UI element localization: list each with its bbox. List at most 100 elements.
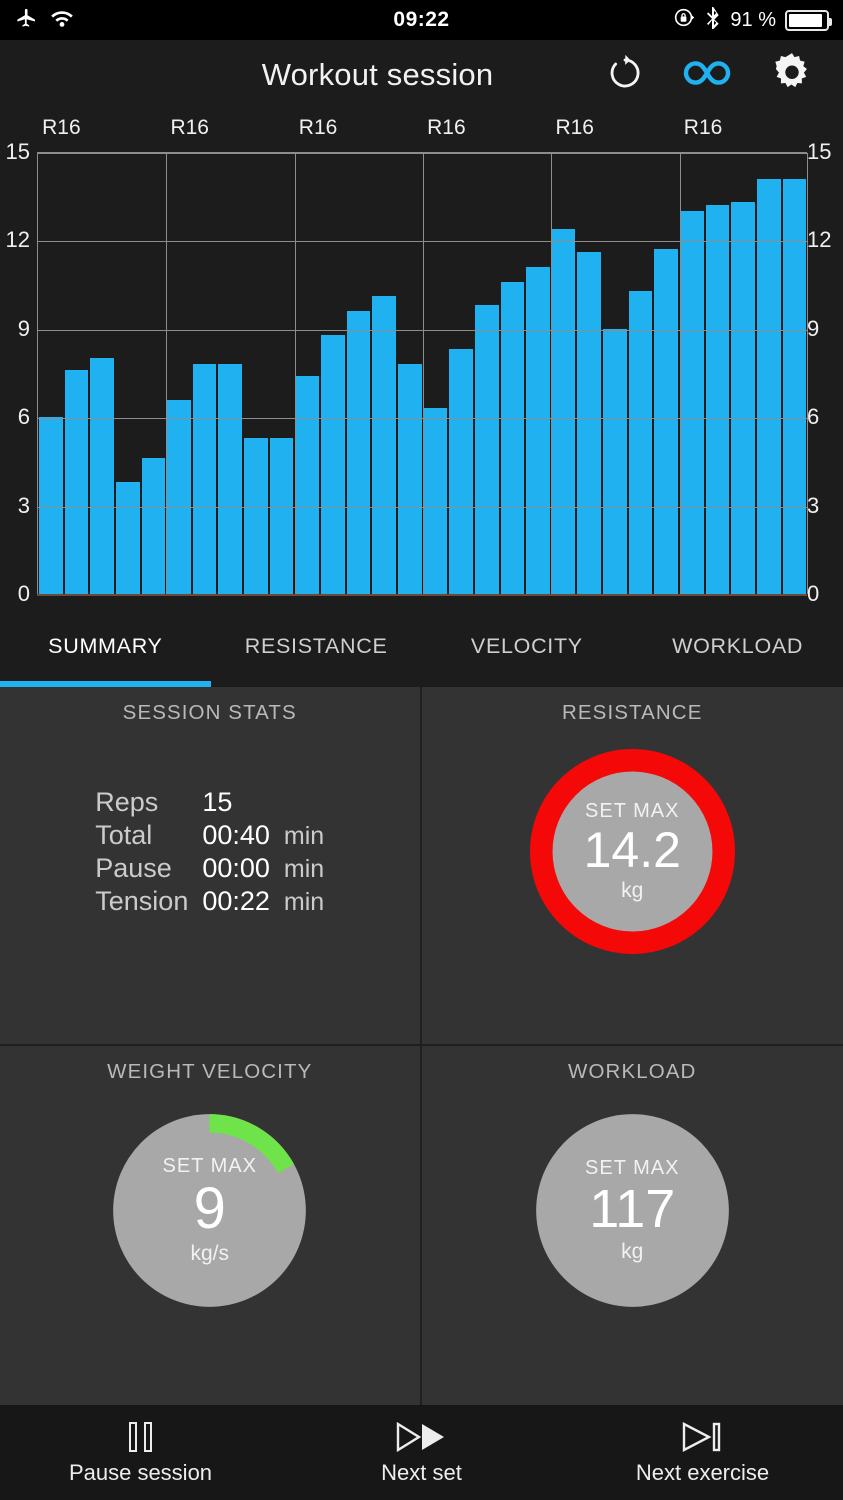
chart-group-label: R16	[427, 116, 466, 140]
session-action-bar: Pause session Next set Next exercise	[0, 1405, 843, 1500]
chart-bar	[526, 267, 550, 594]
chart-ytick-right: 12	[807, 227, 831, 253]
session-stats-list: Reps15Total00:40minPause00:00minTension0…	[95, 787, 324, 917]
chart-bar	[244, 438, 268, 594]
resistance-gauge-readout: SET MAX 14.2 kg	[530, 749, 735, 954]
chart-bar	[398, 364, 422, 594]
stat-label: Reps	[95, 787, 188, 818]
stat-value: 15	[202, 787, 270, 818]
chart-baseline	[37, 594, 807, 596]
chart-ytick-left: 15	[6, 139, 30, 165]
weight-velocity-caption: SET MAX	[163, 1155, 257, 1178]
pause-icon	[129, 1420, 152, 1454]
chart-y-axis-left: 15129630	[0, 152, 30, 594]
stat-label: Tension	[95, 886, 188, 917]
resistance-title: RESISTANCE	[562, 701, 702, 725]
stat-value: 00:22	[202, 886, 270, 917]
resistance-gauge: SET MAX 14.2 kg	[530, 749, 735, 954]
resistance-value: 14.2	[584, 825, 681, 875]
chart-group-label: R16	[42, 116, 81, 140]
stat-value: 00:00	[202, 853, 270, 884]
chart-bar	[680, 211, 704, 594]
chart-ytick-left: 12	[6, 227, 30, 253]
chart-ytick-right: 15	[807, 139, 831, 165]
tab-workload[interactable]: WORKLOAD	[632, 615, 843, 687]
weight-velocity-unit: kg/s	[190, 1242, 229, 1266]
workload-gauge: SET MAX 117 kg	[530, 1108, 735, 1313]
next-exercise-button[interactable]: Next exercise	[562, 1420, 843, 1486]
tab-velocity[interactable]: VELOCITY	[422, 615, 633, 687]
skip-next-icon	[681, 1420, 725, 1454]
tab-summary[interactable]: SUMMARY	[0, 615, 211, 687]
chart-bar	[552, 229, 576, 594]
workload-unit: kg	[621, 1240, 643, 1264]
pause-session-button[interactable]: Pause session	[0, 1420, 281, 1486]
status-bar: 09:22 91 %	[0, 0, 843, 40]
infinity-icon[interactable]	[677, 56, 737, 95]
chart-bar	[39, 417, 63, 594]
chart-group-label: R16	[299, 116, 338, 140]
resistance-unit: kg	[621, 879, 643, 903]
chart-bar	[270, 438, 294, 594]
chart-axis-right	[807, 153, 808, 594]
chart-y-axis-right: 15129630	[807, 152, 839, 594]
fast-forward-icon	[396, 1420, 448, 1454]
stat-label: Total	[95, 820, 188, 851]
chart-ytick-left: 6	[18, 404, 30, 430]
page-title: Workout session	[0, 57, 605, 93]
chart-ytick-right: 6	[807, 404, 819, 430]
chart-ytick-left: 9	[18, 316, 30, 342]
chart-group-label: R16	[555, 116, 594, 140]
chart-bar	[577, 252, 601, 594]
chart-bar	[501, 282, 525, 594]
stat-unit: min	[284, 855, 324, 884]
workload-title: WORKLOAD	[568, 1060, 696, 1084]
workload-value: 117	[589, 1182, 675, 1236]
chart-bar	[321, 335, 345, 594]
battery-full-icon	[785, 10, 829, 31]
chart-bar	[295, 376, 319, 594]
workload-gauge-readout: SET MAX 117 kg	[530, 1108, 735, 1313]
chart-bar	[142, 458, 166, 594]
session-stats-title: SESSION STATS	[123, 701, 297, 725]
chart-ytick-right: 3	[807, 493, 819, 519]
chart-bar	[654, 249, 678, 594]
chart-bar	[347, 311, 371, 594]
chart-bar	[116, 482, 140, 594]
stat-value: 00:40	[202, 820, 270, 851]
reset-icon[interactable]	[605, 53, 645, 98]
chart-ytick-right: 0	[807, 581, 819, 607]
resistance-caption: SET MAX	[585, 800, 679, 823]
gear-icon[interactable]	[769, 50, 815, 101]
pause-session-label: Pause session	[69, 1460, 212, 1486]
weight-velocity-card[interactable]: WEIGHT VELOCITY SET MAX 9 kg/s	[0, 1046, 422, 1405]
reps-bar-chart[interactable]: R16R16R16R16R16R16 15129630 15129630	[0, 110, 843, 615]
chart-group-label: R16	[170, 116, 209, 140]
header-actions	[605, 50, 815, 101]
weight-velocity-gauge-readout: SET MAX 9 kg/s	[107, 1108, 312, 1313]
chart-bar	[218, 364, 242, 594]
chart-bar	[90, 358, 114, 594]
weight-velocity-value: 9	[194, 1180, 226, 1238]
resistance-card[interactable]: RESISTANCE SET MAX 14.2 kg	[422, 687, 843, 1046]
chart-gridline-v	[423, 153, 424, 594]
chart-gridline-v	[551, 153, 552, 594]
chart-bar	[167, 400, 191, 594]
workload-card[interactable]: WORKLOAD SET MAX 117 kg	[422, 1046, 843, 1405]
tab-resistance[interactable]: RESISTANCE	[211, 615, 422, 687]
next-set-button[interactable]: Next set	[281, 1420, 562, 1486]
chart-plot-area	[37, 152, 807, 594]
workout-session-screen: 09:22 91 % Workout session	[0, 0, 843, 1500]
chart-bar	[424, 408, 448, 594]
chart-bar	[65, 370, 89, 594]
chart-bar	[475, 305, 499, 594]
chart-bar	[629, 291, 653, 595]
chart-ytick-left: 3	[18, 493, 30, 519]
weight-velocity-title: WEIGHT VELOCITY	[107, 1060, 312, 1084]
session-stats-card[interactable]: SESSION STATS Reps15Total00:40minPause00…	[0, 687, 422, 1046]
stat-unit: min	[284, 888, 324, 917]
chart-bar	[731, 202, 755, 594]
chart-group-label: R16	[684, 116, 723, 140]
next-set-label: Next set	[381, 1460, 462, 1486]
chart-bar	[372, 296, 396, 594]
